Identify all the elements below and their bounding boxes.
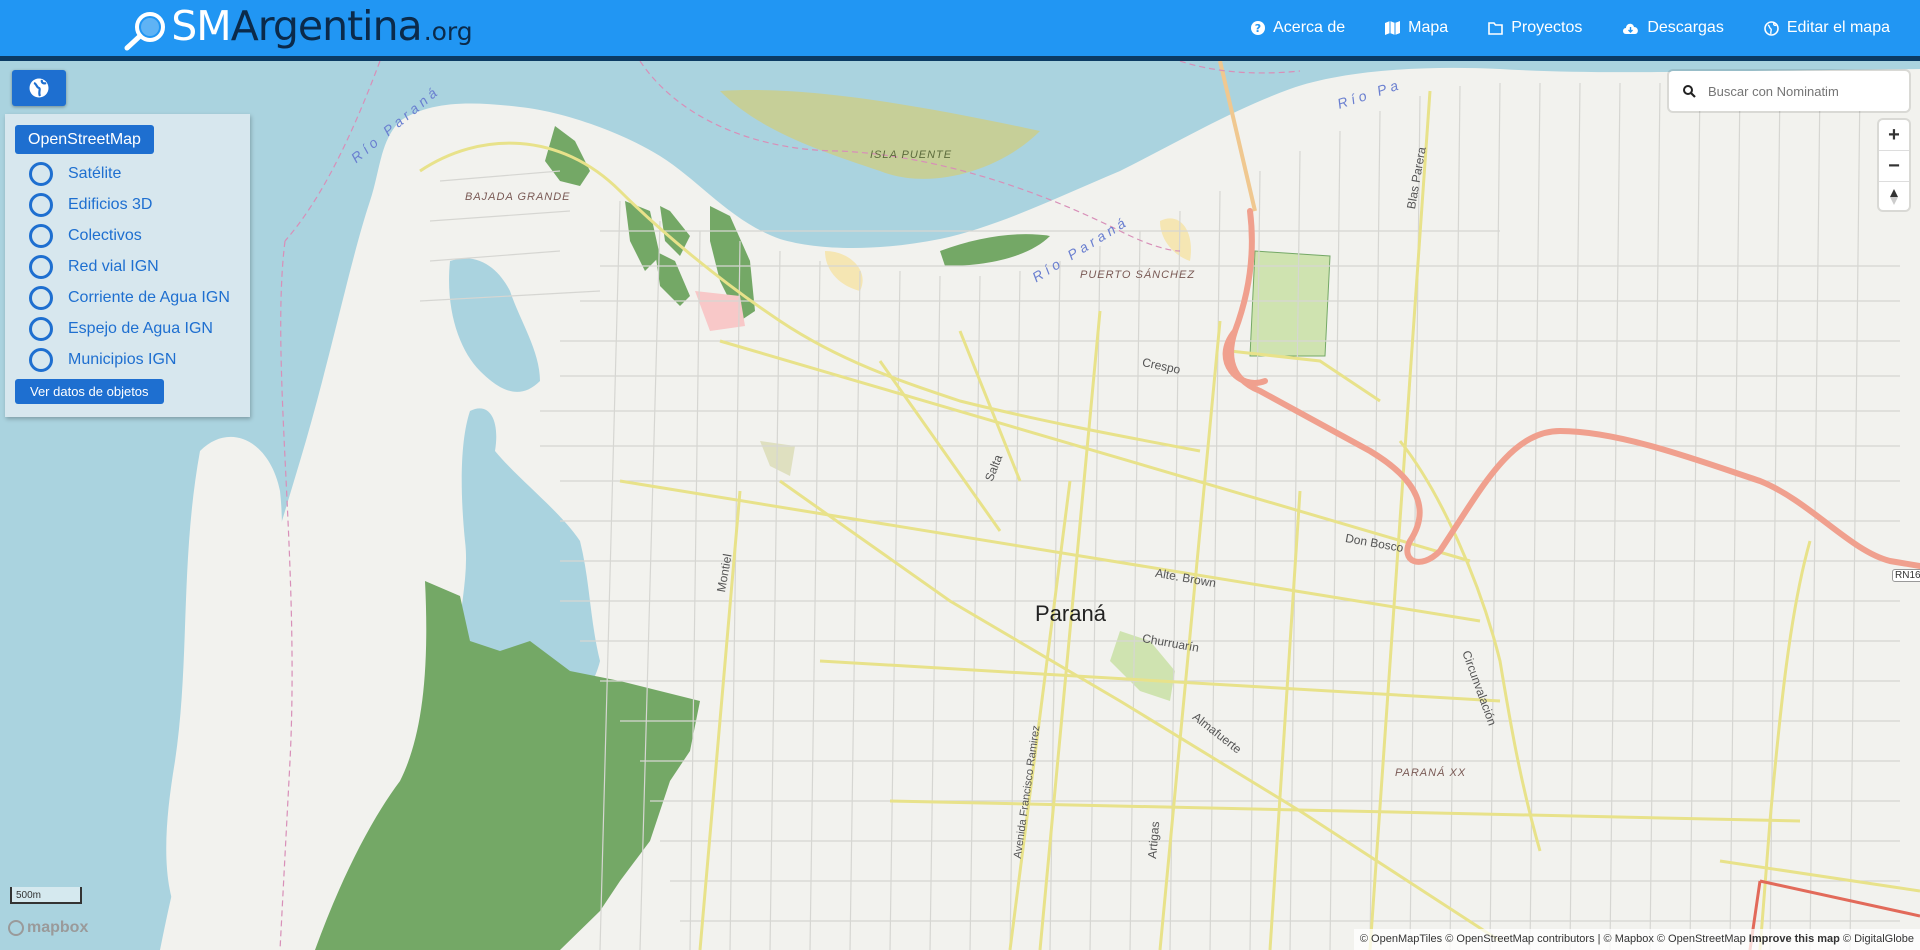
route-shield-rn168: RN168 bbox=[1892, 569, 1920, 582]
globe-icon bbox=[29, 78, 49, 98]
area-label-bajada-grande: BAJADA GRANDE bbox=[465, 191, 571, 203]
radio-button[interactable] bbox=[29, 348, 53, 372]
nav-descargas[interactable]: Descargas bbox=[1622, 19, 1724, 37]
radio-button[interactable] bbox=[29, 286, 53, 310]
svg-text:?: ? bbox=[1255, 22, 1261, 35]
nominatim-search[interactable] bbox=[1669, 71, 1909, 111]
scale-bar: 500m bbox=[10, 887, 82, 904]
island-label: ISLA PUENTE bbox=[870, 149, 953, 161]
radio-button[interactable] bbox=[29, 193, 53, 217]
top-navbar: OSMArgentina .org ? Acerca de Mapa Proye… bbox=[0, 0, 1920, 61]
mapbox-logo[interactable]: mapbox bbox=[8, 919, 88, 937]
area-label-puerto-sanchez: PUERTO SÁNCHEZ bbox=[1080, 269, 1196, 281]
compass-icon bbox=[1890, 189, 1898, 205]
zoom-out-button[interactable]: − bbox=[1879, 151, 1909, 182]
layers-panel: OpenStreetMap Satélite Edificios 3D Cole… bbox=[5, 114, 250, 417]
folder-icon bbox=[1488, 21, 1504, 35]
magnifier-logo-icon bbox=[124, 12, 165, 51]
layer-corriente-agua-ign[interactable]: Corriente de Agua IGN bbox=[29, 285, 230, 311]
layer-satelite[interactable]: Satélite bbox=[29, 161, 121, 187]
area-label-parana-xx: PARANÁ XX bbox=[1395, 767, 1467, 779]
layer-red-vial-ign[interactable]: Red vial IGN bbox=[29, 254, 159, 280]
nav-acerca-de[interactable]: ? Acerca de bbox=[1251, 19, 1345, 37]
radio-button[interactable] bbox=[29, 255, 53, 279]
radio-button[interactable] bbox=[29, 162, 53, 186]
layer-toggle-button[interactable] bbox=[12, 70, 66, 106]
zoom-in-button[interactable]: + bbox=[1879, 120, 1909, 151]
radio-button[interactable] bbox=[29, 224, 53, 248]
site-logo[interactable]: OSMArgentina .org bbox=[124, 2, 473, 54]
nav-mapa[interactable]: Mapa bbox=[1385, 19, 1448, 37]
layer-colectivos[interactable]: Colectivos bbox=[29, 223, 142, 249]
search-icon bbox=[1683, 84, 1696, 98]
layer-espejo-agua-ign[interactable]: Espejo de Agua IGN bbox=[29, 316, 213, 342]
compass-button[interactable] bbox=[1879, 182, 1909, 212]
question-circle-icon: ? bbox=[1251, 21, 1266, 35]
view-feature-data-button[interactable]: Ver datos de objetos bbox=[15, 379, 164, 404]
radio-button[interactable] bbox=[29, 317, 53, 341]
improve-map-link[interactable]: Improve this map bbox=[1749, 933, 1840, 945]
city-label: Paraná bbox=[1035, 601, 1106, 626]
map-tiles[interactable] bbox=[0, 61, 1920, 950]
layer-edificios-3d[interactable]: Edificios 3D bbox=[29, 192, 152, 218]
map-canvas[interactable]: Paraná BAJADA GRANDE PUERTO SÁNCHEZ PARA… bbox=[0, 61, 1920, 950]
main-nav: ? Acerca de Mapa Proyectos Descargas Edi… bbox=[1211, 0, 1890, 56]
zoom-control: + − bbox=[1879, 120, 1909, 210]
nav-editar-el-mapa[interactable]: Editar el mapa bbox=[1764, 19, 1890, 37]
map-attribution: © OpenMapTiles © OpenStreetMap contribut… bbox=[1353, 929, 1920, 950]
layer-municipios-ign[interactable]: Municipios IGN bbox=[29, 347, 176, 373]
globe-icon bbox=[1764, 20, 1779, 36]
cloud-download-icon bbox=[1623, 23, 1639, 34]
map-icon bbox=[1385, 21, 1401, 35]
nav-proyectos[interactable]: Proyectos bbox=[1488, 19, 1582, 37]
logo-tld: .org bbox=[423, 17, 473, 46]
mapbox-logo-icon bbox=[8, 920, 24, 936]
layer-openstreetmap-button[interactable]: OpenStreetMap bbox=[15, 125, 154, 154]
search-input[interactable] bbox=[1706, 82, 1890, 100]
logo-text: OSMArgentina bbox=[171, 2, 422, 50]
